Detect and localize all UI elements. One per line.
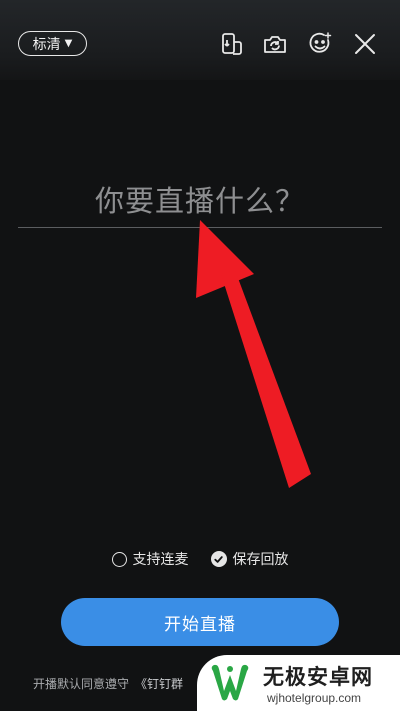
live-topic-input[interactable]: 你要直播什么？ [0, 178, 400, 220]
save-replay-option[interactable]: 保存回放 [210, 549, 289, 569]
start-live-button[interactable]: 开始直播 [61, 598, 339, 646]
close-icon[interactable] [352, 31, 378, 57]
flip-camera-icon[interactable] [262, 31, 288, 57]
watermark-logo-icon [211, 664, 249, 701]
quality-label: 标清 [32, 36, 61, 53]
connect-mic-label: 支持连麦 [132, 552, 189, 568]
connect-mic-option[interactable]: 支持连麦 [111, 549, 189, 569]
quality-selector[interactable]: 标清 ▼ [18, 31, 87, 56]
live-options: 支持连麦 保存回放 [0, 548, 400, 570]
top-bar: 标清 ▼ [0, 0, 400, 80]
save-replay-label: 保存回放 [232, 552, 289, 568]
radio-unchecked-icon[interactable] [111, 551, 127, 567]
watermark-url: wjhotelgroup.com [267, 691, 362, 705]
agreement-text: 开播默认同意遵守 《钉钉群 [33, 675, 183, 692]
topic-underline [18, 227, 382, 228]
agreement-prefix: 开播默认同意遵守 [33, 677, 130, 691]
chevron-down-icon: ▼ [64, 38, 73, 49]
beauty-face-icon[interactable] [307, 31, 333, 57]
check-circle-icon[interactable] [210, 551, 227, 567]
watermark-name: 无极安卓网 [263, 665, 373, 689]
switch-screen-icon[interactable] [219, 31, 245, 57]
agreement-link[interactable]: 《钉钉群 [135, 677, 183, 691]
watermark-badge: 无极安卓网 wjhotelgroup.com [197, 655, 400, 711]
